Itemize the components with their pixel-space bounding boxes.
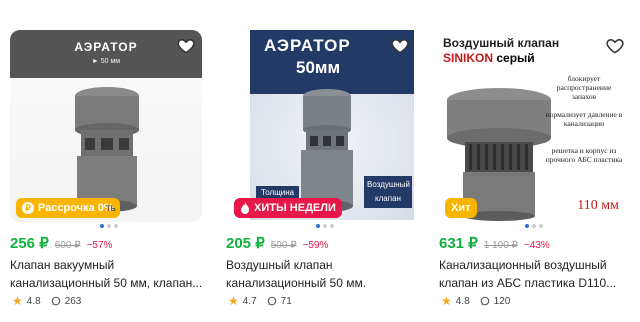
reviews-count: 71 [280,295,292,307]
rating-value: 4.8 [26,295,41,307]
image-pagination[interactable] [100,224,118,228]
product-name-line[interactable]: канализационный 50 мм. [226,274,426,292]
image-title: АЭРАТОР [264,36,351,55]
product-name-line[interactable]: Канализационный воздушный [439,256,639,274]
badge-label: Хит [451,202,471,214]
image-pagination[interactable] [525,224,543,228]
current-price: 205 ₽ [226,235,265,252]
rating-row: ★ 4.8 263 [12,294,81,308]
rating-row: ★ 4.7 71 [228,294,292,308]
pagination-dot[interactable] [316,224,320,228]
discount: −43% [523,240,550,251]
pagination-dot[interactable] [532,224,536,228]
product-image[interactable]: АЭРАТОР 50мм Толщина Воздушный клапан [250,30,414,220]
badge-overflow-text: ть [106,202,116,214]
pagination-dot[interactable] [107,224,111,228]
image-size-text: ► 50 мм [91,58,121,65]
product-card[interactable]: АЭРАТОР 50мм Толщина Воздушный клапан ХИ… [222,0,422,322]
image-label: Воздушный клапан [364,176,412,208]
pagination-dot[interactable] [114,224,118,228]
price-row: 205 ₽ 500 ₽ −59% [226,234,328,252]
image-feature-text: блокирует распространение запахов [556,74,612,101]
product-name[interactable]: Канализационный воздушный клапан из АБС … [439,256,639,292]
badge-label: Рассрочка 0% [38,202,114,214]
comment-icon [267,296,276,306]
aerator-product-shape [301,89,353,212]
pagination-dot[interactable] [330,224,334,228]
rating-value: 4.7 [242,295,257,307]
image-subtitle-text: серый [493,51,535,65]
favorite-heart-icon[interactable] [605,36,625,56]
old-price: 500 ₽ [270,240,297,251]
installment-badge: ₽ Рассрочка 0% [16,198,120,218]
star-icon: ★ [12,294,23,308]
image-brand-text: SINIKON [443,51,494,65]
rating-value: 4.8 [455,295,470,307]
product-image[interactable]: АЭРАТОР ► 50 мм [10,30,202,222]
pagination-dot[interactable] [525,224,529,228]
product-name-line[interactable]: клапан из АБС пластика D110... [439,274,639,292]
image-size-text: 110 мм [577,198,619,213]
product-name-line[interactable]: канализационный 50 мм, клапан... [10,274,210,292]
comment-icon [480,296,489,306]
hit-badge: Хит [445,198,477,218]
ruble-icon: ₽ [22,202,34,214]
price-row: 631 ₽ 1 100 ₽ −43% [439,234,550,252]
image-feature-text: нормализует давление в канализации [545,110,623,128]
current-price: 631 ₽ [439,235,478,252]
price-row: 256 ₽ 600 ₽ −57% [10,234,112,252]
current-price: 256 ₽ [10,235,49,252]
rating-row: ★ 4.8 120 [441,294,510,308]
reviews-count: 120 [493,295,511,307]
image-banner [10,30,202,78]
image-feature-text: решетка и корпус из прочного АБС пластик… [545,146,623,164]
product-card[interactable]: Воздушный клапан SINIKON серый блокирует… [437,0,637,322]
product-name[interactable]: Клапан вакуумный канализационный 50 мм, … [10,256,210,292]
favorite-heart-icon[interactable] [390,36,410,56]
product-name-line[interactable]: Воздушный клапан [226,256,426,274]
discount: −59% [302,240,329,251]
old-price: 1 100 ₽ [483,240,518,251]
hits-badge: ХИТЫ НЕДЕЛИ [234,198,342,218]
product-card[interactable]: АЭРАТОР ► 50 мм ₽ Рассрочка 0% ть 256 ₽ … [10,0,210,322]
image-title: Воздушный клапан [443,36,560,50]
image-brand-text: АЭРАТОР [74,40,138,54]
favorite-heart-icon[interactable] [176,36,196,56]
image-subtitle: 50мм [296,58,341,77]
image-subtitle: SINIKON серый [443,51,535,65]
star-icon: ★ [441,294,452,308]
product-image[interactable]: Воздушный клапан SINIKON серый блокирует… [437,30,629,222]
comment-icon [51,296,60,306]
aerator-product-shape [75,87,139,212]
fire-icon [241,202,249,214]
image-pagination[interactable] [316,224,334,228]
product-name-line[interactable]: Клапан вакуумный [10,256,210,274]
badge-label: ХИТЫ НЕДЕЛИ [254,202,336,214]
star-icon: ★ [228,294,239,308]
reviews-count: 263 [64,295,82,307]
pagination-dot[interactable] [100,224,104,228]
product-name[interactable]: Воздушный клапан канализационный 50 мм. [226,256,426,292]
old-price: 600 ₽ [54,240,81,251]
pagination-dot[interactable] [323,224,327,228]
pagination-dot[interactable] [539,224,543,228]
discount: −57% [86,240,113,251]
